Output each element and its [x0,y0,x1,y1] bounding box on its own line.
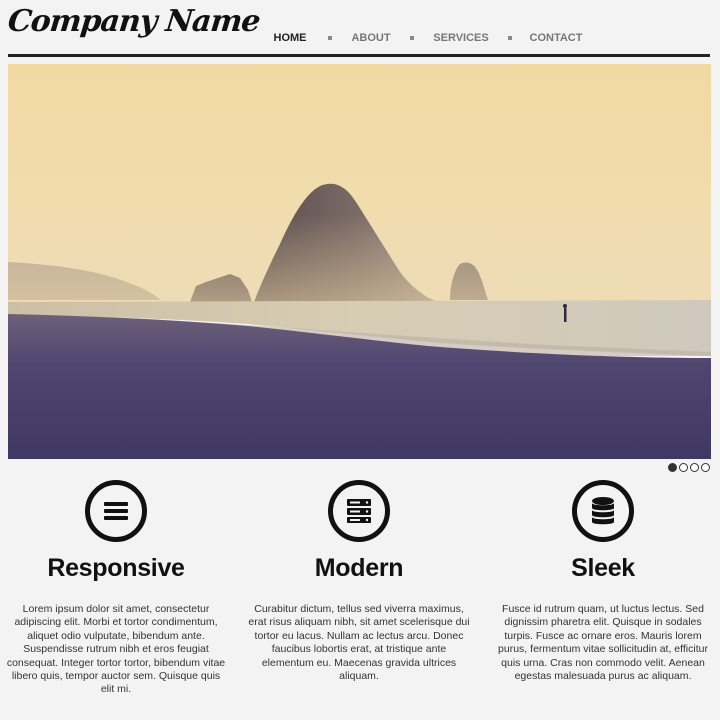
menu-icon [85,480,147,542]
feature-responsive: Responsive Lorem ipsum dolor sit amet, c… [0,480,236,697]
nav-services[interactable]: SERVICES [414,22,508,54]
database-icon [572,480,634,542]
feature-modern: Modern Curabitur dictum, tellus sed vive… [239,480,479,683]
slider-dot-1[interactable] [668,463,677,472]
feature-sleek: Sleek Fusce id rutrum quam, ut luctus le… [483,480,720,683]
feature-description: Fusce id rutrum quam, ut luctus lectus. … [498,603,708,683]
main-nav: HOME ABOUT SERVICES CONTACT [252,22,600,57]
company-logo[interactable]: Company Name [6,4,261,39]
server-icon [328,480,390,542]
feature-title: Responsive [47,554,185,582]
feature-title: Sleek [571,554,635,582]
site-header: Company Name HOME ABOUT SERVICES CONTACT [0,0,720,58]
hero-slider-image[interactable] [8,64,711,459]
beach-haystack-rock-photo [8,64,711,459]
slider-dot-3[interactable] [690,463,699,472]
feature-description: Curabitur dictum, tellus sed viverra max… [248,603,470,683]
feature-description: Lorem ipsum dolor sit amet, consectetur … [6,603,226,696]
nav-home[interactable]: HOME [252,22,328,57]
nav-contact[interactable]: CONTACT [512,22,600,54]
slider-pagination [668,463,710,472]
slider-dot-4[interactable] [701,463,710,472]
feature-title: Modern [314,554,404,582]
nav-about[interactable]: ABOUT [332,22,410,54]
header-divider [8,54,710,57]
slider-dot-2[interactable] [679,463,688,472]
